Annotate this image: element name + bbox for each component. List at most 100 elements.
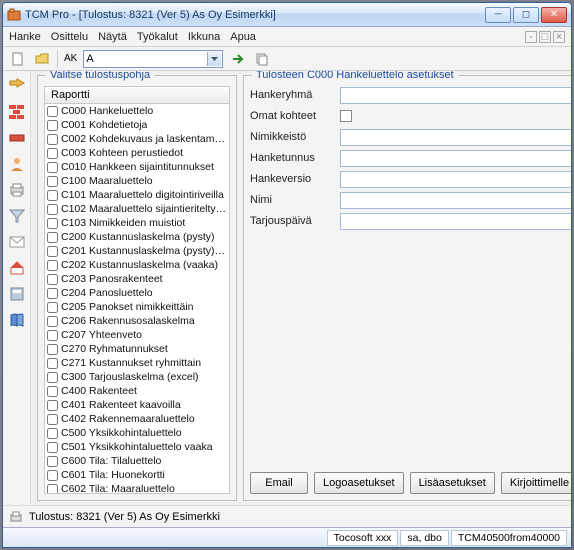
book-icon[interactable]	[8, 311, 26, 329]
list-item-checkbox[interactable]	[47, 442, 58, 453]
list-item-checkbox[interactable]	[47, 316, 58, 327]
list-item[interactable]: C010 Hankkeen sijaintitunnukset	[45, 160, 229, 174]
list-item[interactable]: C002 Kohdekuvaus ja laskentamuistio	[45, 132, 229, 146]
list-item-checkbox[interactable]	[47, 414, 58, 425]
list-item-checkbox[interactable]	[47, 400, 58, 411]
list-item[interactable]: C601 Tila: Huonekortti	[45, 468, 229, 482]
list-item[interactable]: C202 Kustannuslaskelma (vaaka)	[45, 258, 229, 272]
list-item-checkbox[interactable]	[47, 386, 58, 397]
minimize-button[interactable]: ─	[485, 7, 511, 23]
toolbar-new-icon[interactable]	[9, 50, 27, 68]
list-item[interactable]: C203 Panosrakenteet	[45, 272, 229, 286]
list-item-label: C600 Tila: Tilaluettelo	[61, 455, 161, 467]
logo-button[interactable]: Logoasetukset	[314, 472, 404, 494]
list-item-checkbox[interactable]	[47, 344, 58, 355]
list-item-checkbox[interactable]	[47, 288, 58, 299]
funnel-icon[interactable]	[8, 207, 26, 225]
list-item[interactable]: C201 Kustannuslaskelma (pysty) vain hinn…	[45, 244, 229, 258]
menu-ikkuna[interactable]: Ikkuna	[188, 31, 220, 43]
checkbox-omat[interactable]	[340, 110, 352, 122]
printer-icon[interactable]	[8, 181, 26, 199]
titlebar[interactable]: TCM Pro - [Tulostus: 8321 (Ver 5) As Oy …	[3, 3, 571, 27]
list-item-checkbox[interactable]	[47, 470, 58, 481]
input-nimikkeisto[interactable]	[340, 129, 571, 146]
list-item-checkbox[interactable]	[47, 246, 58, 257]
home-icon[interactable]	[8, 77, 26, 95]
menu-hanke[interactable]: Hanke	[9, 31, 41, 43]
ak-combo[interactable]: A	[83, 50, 223, 68]
toolbar-open-icon[interactable]	[33, 50, 51, 68]
toolbar-copy-icon[interactable]	[253, 50, 271, 68]
list-item-checkbox[interactable]	[47, 260, 58, 271]
bricks-icon[interactable]	[8, 103, 26, 121]
mdi-close-button[interactable]: ×	[553, 31, 565, 43]
list-item[interactable]: C200 Kustannuslaskelma (pysty)	[45, 230, 229, 244]
list-item-checkbox[interactable]	[47, 330, 58, 341]
list-item[interactable]: C402 Rakennemaaraluettelo	[45, 412, 229, 426]
list-item[interactable]: C100 Maaraluettelo	[45, 174, 229, 188]
list-item[interactable]: C300 Tarjouslaskelma (excel)	[45, 370, 229, 384]
input-hankeryhma[interactable]	[340, 87, 571, 104]
list-item-checkbox[interactable]	[47, 428, 58, 439]
menu-nayta[interactable]: Näytä	[98, 31, 127, 43]
list-item-label: C100 Maaraluettelo	[61, 175, 153, 187]
list-item[interactable]: C270 Ryhmatunnukset	[45, 342, 229, 356]
list-item-checkbox[interactable]	[47, 162, 58, 173]
menu-tyokalut[interactable]: Työkalut	[137, 31, 178, 43]
list-item[interactable]: C600 Tila: Tilaluettelo	[45, 454, 229, 468]
list-item[interactable]: C271 Kustannukset ryhmittain	[45, 356, 229, 370]
list-item-checkbox[interactable]	[47, 484, 58, 495]
close-button[interactable]: ✕	[541, 7, 567, 23]
register-icon[interactable]	[8, 285, 26, 303]
list-item-checkbox[interactable]	[47, 358, 58, 369]
lisa-button[interactable]: Lisäasetukset	[410, 472, 495, 494]
list-item-checkbox[interactable]	[47, 372, 58, 383]
combo-hanketunnus[interactable]	[340, 150, 571, 167]
maximize-button[interactable]: ◻	[513, 7, 539, 23]
list-item[interactable]: C206 Rakennusosalaskelma	[45, 314, 229, 328]
list-item-checkbox[interactable]	[47, 148, 58, 159]
list-item[interactable]: C001 Kohdetietoja	[45, 118, 229, 132]
mdi-minimize-button[interactable]: -	[525, 31, 537, 43]
list-item-checkbox[interactable]	[47, 218, 58, 229]
print-button[interactable]: Kirjoittimelle	[501, 472, 571, 494]
brick-icon[interactable]	[8, 129, 26, 147]
input-nimi[interactable]	[340, 192, 571, 209]
list-item-checkbox[interactable]	[47, 120, 58, 131]
list-item[interactable]: C500 Yksikkohintaluettelo	[45, 426, 229, 440]
toolbar-go-icon[interactable]	[229, 50, 247, 68]
list-item-checkbox[interactable]	[47, 176, 58, 187]
user-icon[interactable]	[8, 155, 26, 173]
list-item[interactable]: C207 Yhteenveto	[45, 328, 229, 342]
list-item[interactable]: C501 Yksikkohintaluettelo vaaka	[45, 440, 229, 454]
list-item[interactable]: C000 Hankeluettelo	[45, 104, 229, 118]
input-tarjous[interactable]	[340, 213, 571, 230]
list-item-checkbox[interactable]	[47, 274, 58, 285]
list-header[interactable]: Raportti	[44, 86, 230, 103]
chevron-down-icon	[207, 52, 221, 66]
menu-osittelu[interactable]: Osittelu	[51, 31, 88, 43]
list-item-checkbox[interactable]	[47, 134, 58, 145]
combo-hankeversio[interactable]	[340, 171, 571, 188]
list-item-checkbox[interactable]	[47, 456, 58, 467]
list-item[interactable]: C204 Panosluettelo	[45, 286, 229, 300]
mail-icon[interactable]	[8, 233, 26, 251]
list-item[interactable]: C103 Nimikkeiden muistiot	[45, 216, 229, 230]
list-item-checkbox[interactable]	[47, 106, 58, 117]
list-item[interactable]: C102 Maaraluettelo sijaintieriteltynä	[45, 202, 229, 216]
list-item[interactable]: C400 Rakenteet	[45, 384, 229, 398]
mdi-restore-button[interactable]: □	[539, 31, 551, 43]
list-item[interactable]: C003 Kohteen perustiedot	[45, 146, 229, 160]
list-item[interactable]: C205 Panokset nimikkeittäin	[45, 300, 229, 314]
list-item-checkbox[interactable]	[47, 190, 58, 201]
list-item[interactable]: C401 Rakenteet kaavoilla	[45, 398, 229, 412]
list-item-checkbox[interactable]	[47, 302, 58, 313]
list-item[interactable]: C101 Maaraluettelo digitointiriveilla	[45, 188, 229, 202]
menu-apua[interactable]: Apua	[230, 31, 256, 43]
list-item-checkbox[interactable]	[47, 232, 58, 243]
report-list[interactable]: C000 HankeluetteloC001 KohdetietojaC002 …	[44, 103, 230, 494]
list-item-checkbox[interactable]	[47, 204, 58, 215]
email-button[interactable]: Email	[250, 472, 308, 494]
list-item[interactable]: C602 Tila: Maaraluettelo	[45, 482, 229, 494]
house-icon[interactable]	[8, 259, 26, 277]
